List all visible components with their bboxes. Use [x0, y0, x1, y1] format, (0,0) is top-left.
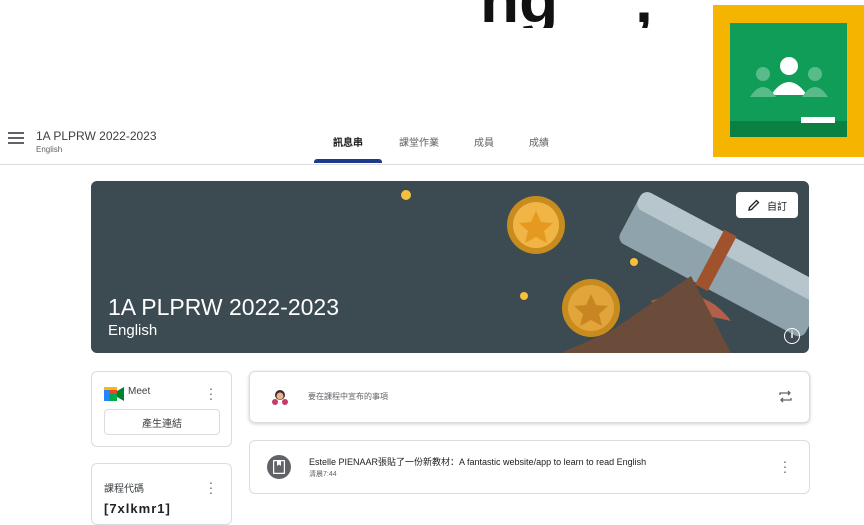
top-app-bar: 1A PLPRW 2022-2023 English 訊息串 課堂作業 成員 成…	[0, 118, 864, 165]
active-tab-indicator	[314, 159, 382, 163]
class-title[interactable]: 1A PLPRW 2022-2023	[36, 129, 157, 143]
meet-camera-icon	[104, 387, 124, 401]
banner-subtitle: English	[108, 322, 158, 339]
tab-people[interactable]: 成員	[474, 134, 494, 149]
more-vert-icon[interactable]: · · ·	[208, 475, 214, 499]
banner-illustration	[401, 190, 809, 353]
people-icon	[750, 57, 828, 97]
more-vert-icon[interactable]: · · ·	[782, 454, 788, 478]
avatar	[270, 387, 290, 407]
class-code-label: 課程代碼	[104, 484, 144, 495]
class-section: English	[36, 145, 63, 154]
material-icon	[267, 455, 291, 479]
post-text: Estelle PIENAAR張貼了一份新教材：A fantastic webs…	[309, 457, 647, 467]
stream-post[interactable]: Estelle PIENAAR張貼了一份新教材：A fantastic webs…	[249, 440, 810, 494]
post-time: 清晨7:44	[309, 471, 337, 478]
meet-card: Meet · · · 產生連結	[91, 371, 232, 447]
info-icon[interactable]: i	[784, 328, 800, 344]
meet-label: Meet	[128, 386, 151, 397]
pencil-icon	[748, 199, 760, 211]
customize-button[interactable]: 自訂	[736, 192, 798, 218]
banner-title: 1A PLPRW 2022-2023	[108, 294, 340, 320]
customize-label: 自訂	[767, 201, 787, 213]
cropped-heading-fragment: ng ,	[470, 0, 710, 36]
announce-input[interactable]: 要在課程中宣布的事項	[249, 371, 810, 423]
more-vert-icon[interactable]: · · ·	[208, 381, 214, 405]
svg-text:ng: ng	[480, 0, 558, 28]
tab-grades[interactable]: 成績	[529, 134, 549, 149]
svg-text:,: ,	[635, 0, 653, 28]
tab-stream[interactable]: 訊息串	[333, 134, 363, 149]
repost-icon[interactable]	[778, 389, 793, 404]
class-banner: 自訂 1A PLPRW 2022-2023 English i	[91, 181, 809, 353]
announce-placeholder: 要在課程中宣布的事項	[308, 392, 388, 401]
tab-classwork[interactable]: 課堂作業	[399, 134, 439, 149]
class-code-card: 課程代碼 · · · [7xlkmr1]	[91, 463, 232, 525]
class-code-value: [7xlkmr1]	[104, 501, 171, 516]
generate-link-button[interactable]: 產生連結	[104, 409, 220, 435]
menu-icon[interactable]	[8, 132, 24, 146]
